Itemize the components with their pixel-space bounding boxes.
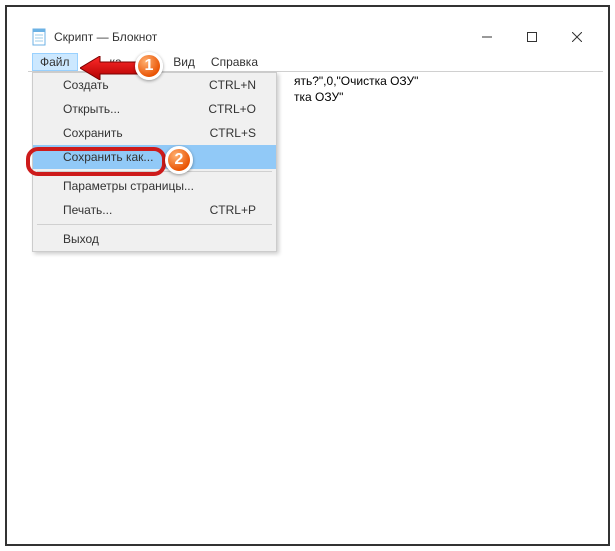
- annotation-badge-2: 2: [165, 146, 193, 174]
- text-area[interactable]: ять?",0,"Очистка ОЗУ" тка ОЗУ" Создать C…: [28, 72, 603, 536]
- notepad-window: Скрипт — Блокнот Файл ка т Вид Справка я…: [28, 22, 603, 536]
- menu-item-label: Сохранить как...: [63, 150, 153, 164]
- menu-item-label: Открыть...: [63, 102, 120, 116]
- window-controls: [464, 23, 599, 51]
- maximize-button[interactable]: [509, 23, 554, 51]
- menu-item-shortcut: CTRL+P: [210, 203, 256, 217]
- menu-item-save-as[interactable]: Сохранить как...: [33, 145, 276, 169]
- menu-item-page-setup[interactable]: Параметры страницы...: [33, 174, 276, 198]
- menu-separator: [37, 171, 272, 172]
- menu-help[interactable]: Справка: [203, 53, 266, 71]
- file-dropdown-menu: Создать CTRL+N Открыть... CTRL+O Сохрани…: [32, 72, 277, 252]
- annotation-arrow: [80, 56, 140, 83]
- menu-file[interactable]: Файл: [32, 53, 78, 71]
- notepad-icon: [32, 27, 48, 47]
- menu-item-exit[interactable]: Выход: [33, 227, 276, 251]
- menu-item-label: Печать...: [63, 203, 112, 217]
- menu-item-save[interactable]: Сохранить CTRL+S: [33, 121, 276, 145]
- menu-item-label: Выход: [63, 232, 99, 246]
- menu-item-shortcut: CTRL+S: [210, 126, 256, 140]
- minimize-button[interactable]: [464, 23, 509, 51]
- menu-item-shortcut: CTRL+N: [209, 78, 256, 92]
- title-bar: Скрипт — Блокнот: [28, 22, 603, 52]
- menu-view[interactable]: Вид: [165, 53, 203, 71]
- window-title: Скрипт — Блокнот: [54, 30, 464, 44]
- close-button[interactable]: [554, 23, 599, 51]
- menu-item-open[interactable]: Открыть... CTRL+O: [33, 97, 276, 121]
- menu-item-shortcut: CTRL+O: [208, 102, 256, 116]
- menu-item-print[interactable]: Печать... CTRL+P: [33, 198, 276, 222]
- menu-separator: [37, 224, 272, 225]
- menu-item-label: Сохранить: [63, 126, 123, 140]
- menu-item-label: Параметры страницы...: [63, 179, 194, 193]
- annotation-badge-1: 1: [135, 52, 163, 80]
